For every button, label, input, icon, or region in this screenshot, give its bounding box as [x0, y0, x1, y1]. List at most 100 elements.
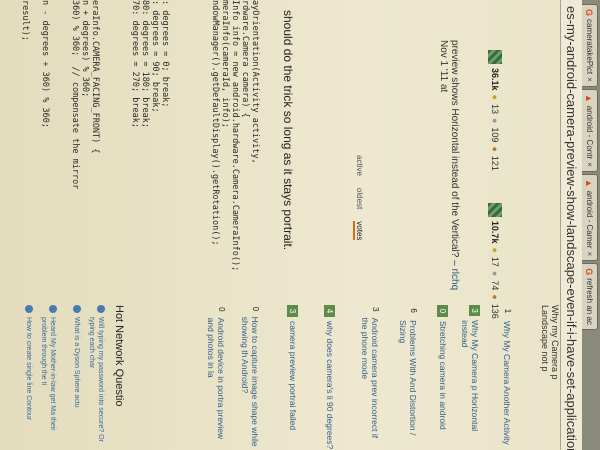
close-icon[interactable]: ×: [585, 252, 594, 257]
tab-label: android - Contr: [585, 105, 594, 160]
comment-date: Nov 1 '11 at: [438, 40, 449, 93]
vote-count: 0: [437, 305, 448, 317]
user-card-1: 36.1k ● 13 ● 109 ● 121 10.7k ● 17 ● 74 ● 136: [488, 50, 502, 319]
linked-question-title[interactable]: Problems With And Distortion / Sizing: [398, 320, 418, 450]
site-icon: [97, 305, 105, 313]
url-text: es-my-android-camera-preview-show-landsc…: [564, 6, 579, 450]
linked-question[interactable]: 1 Why My Camera Another Activity: [502, 305, 512, 450]
gold-badge-icon: ●: [490, 94, 500, 100]
code-line: meraInfo(cameraId, info);: [220, 0, 230, 128]
google-icon: G: [584, 9, 595, 17]
answer-text: should do the trick so long as it stays …: [281, 10, 295, 251]
comment-text: preview shows Horizontal instead of the …: [449, 40, 460, 258]
reputation: 36.1k: [490, 68, 500, 91]
linked-question[interactable]: 3 Why My Camera p Horizontal instead: [460, 305, 480, 450]
hot-network-question-title[interactable]: What is a Dyson Sphere actu: [72, 317, 81, 408]
site-icon: [73, 305, 81, 313]
linked-question-title[interactable]: Android device in portra preview and pho…: [206, 318, 226, 450]
code-line: eraInfo.CAMERA_FACING_FRONT) {: [90, 0, 100, 154]
hot-network-question[interactable]: Heard My Mother-in-law get Ma their prob…: [39, 305, 57, 450]
code-line: 80: degrees = 180; break;: [140, 0, 150, 128]
tab-bar: GcameratakePict × ▲ android - Contr × ▲ andr…: [582, 0, 600, 450]
code-line: ndowManager().getDefaultDisplay().getRot…: [210, 0, 220, 246]
hot-network-question[interactable]: Will typing my password into secure? Or …: [87, 305, 105, 450]
code-line: 360) % 360; // compensate the mirror: [70, 0, 80, 190]
tab-android-control[interactable]: ▲ android - Contr ×: [582, 88, 598, 172]
avatar[interactable]: [488, 202, 502, 217]
stackoverflow-icon: ▲: [584, 178, 595, 188]
avatar[interactable]: [488, 50, 502, 64]
tab-label: refresh an ac: [585, 278, 594, 325]
question-main: 36.1k ● 13 ● 109 ● 121 10.7k ● 17 ● 74 ● 136 p…: [0, 0, 560, 319]
bronze-badge-icon: ●: [490, 294, 500, 300]
linked-question-title[interactable]: Stretching camera in android: [437, 321, 448, 430]
reputation: 10.7k: [490, 220, 500, 244]
code-line: 70: degrees = 270; break;: [130, 0, 140, 128]
tab-refresh[interactable]: Grefresh an ac: [582, 263, 598, 330]
silver-count: 74: [490, 280, 500, 291]
hot-network-question-title[interactable]: How to create single line Contour: [24, 317, 33, 420]
close-icon[interactable]: ×: [585, 77, 594, 82]
linked-question-title[interactable]: why does camera's li 90 degrees?: [324, 321, 335, 449]
linked-question-title[interactable]: Why My Camera Another Activity: [502, 321, 512, 445]
linked-question[interactable]: 4 why does camera's li 90 degrees?: [324, 305, 335, 450]
linked-question[interactable]: 3 camera preview portrai failed: [287, 305, 298, 450]
code-line: rdware.Camera camera) {: [240, 0, 250, 118]
tab-camera-take-picture[interactable]: GcameratakePict ×: [582, 4, 598, 87]
code-line: ayOrientation(Activity activity,: [250, 0, 260, 164]
hot-network-title: Hot Network Questio: [113, 305, 125, 407]
tab-active[interactable]: active: [353, 155, 364, 176]
linked-question-title[interactable]: How to capture image shape while showing…: [240, 317, 260, 450]
vote-count: 4: [324, 305, 335, 317]
gold-count: 13: [490, 103, 500, 114]
linked-question[interactable]: 3 Android camera prev incorrect if the ph…: [360, 305, 380, 450]
google-icon: G: [584, 268, 595, 276]
silver-badge-icon: ●: [490, 270, 500, 277]
hot-network-question[interactable]: What is a Dyson Sphere actu: [72, 305, 81, 450]
close-icon[interactable]: ×: [585, 162, 594, 167]
code-line: : degrees = 0; break;: [160, 0, 170, 108]
comment-author[interactable]: rlchq: [449, 268, 460, 290]
address-bar[interactable]: es-my-android-camera-preview-show-landsc…: [560, 0, 582, 450]
tab-label: cameratakePict: [585, 19, 594, 75]
question-comment: preview shows Horizontal instead of the …: [438, 40, 460, 295]
code-line: Info info = new android.hardware.Camera.…: [230, 0, 240, 272]
linked-question[interactable]: 6 Problems With And Distortion / Sizing: [398, 305, 418, 450]
site-icon: [25, 305, 33, 313]
gold-count: 17: [490, 256, 500, 267]
sidebar-top-text: Why my Camera p Landscape not p: [540, 305, 560, 380]
comment-sep: –: [449, 257, 460, 269]
site-icon: [49, 305, 57, 313]
silver-badge-icon: ●: [490, 117, 500, 124]
code-line: result);: [20, 0, 30, 41]
tab-votes[interactable]: votes: [353, 221, 364, 241]
bronze-badge-icon: ●: [490, 146, 500, 152]
browser-screen: GcameratakePict × ▲ android - Contr × ▲ andr…: [0, 0, 600, 450]
tab-oldest[interactable]: oldest: [353, 188, 364, 209]
hot-network-question-title[interactable]: Heard My Mother-in-law get Ma their prob…: [39, 317, 57, 450]
linked-question[interactable]: 0 Android device in portra preview and ph…: [206, 305, 226, 450]
gold-badge-icon: ●: [490, 247, 500, 253]
linked-question-title[interactable]: Why My Camera p Horizontal instead: [460, 320, 480, 450]
code-line: n - degrees + 360) % 360;: [40, 0, 50, 128]
hot-network-question[interactable]: How to create single line Contour: [24, 305, 33, 450]
linked-question[interactable]: 0 Stretching camera in android: [437, 305, 448, 450]
linked-question[interactable]: 0 How to capture image shape while showin…: [240, 305, 260, 450]
hot-network-question-title[interactable]: Will typing my password into secure? Or …: [87, 317, 105, 450]
tab-android-camera[interactable]: ▲ android - Camer ×: [582, 173, 598, 262]
tab-label: android - Camer: [585, 190, 594, 249]
sidebar: Why my Camera p Landscape not p 1 Why My …: [0, 305, 560, 450]
code-block: ayOrientation(Activity activity, rdware.C…: [20, 0, 260, 300]
linked-question-title[interactable]: camera preview portrai failed: [287, 321, 298, 430]
vote-count: 1: [503, 308, 512, 314]
linked-question-title[interactable]: Android camera prev incorrect if the pho…: [360, 318, 380, 450]
stackoverflow-icon: ▲: [584, 93, 595, 103]
vote-count: 3: [469, 305, 480, 317]
